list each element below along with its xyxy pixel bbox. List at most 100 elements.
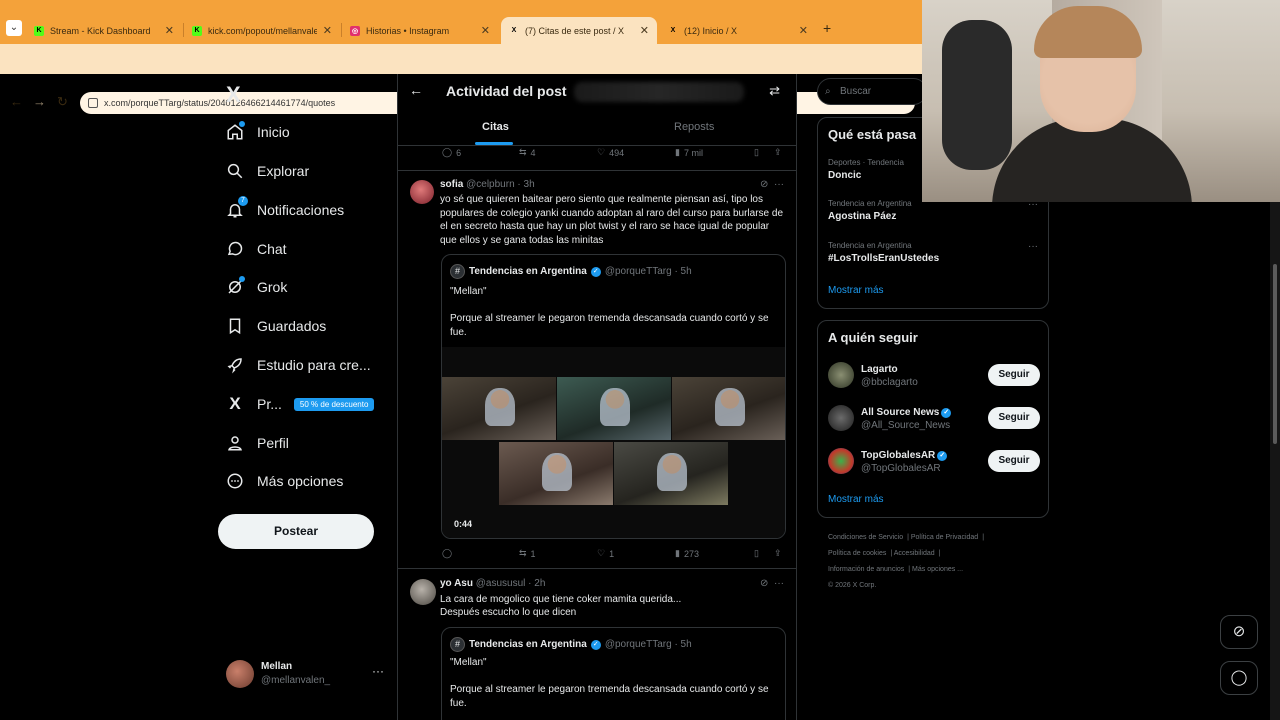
kick-icon: K	[34, 25, 44, 36]
close-tab-icon[interactable]: ✕	[799, 24, 808, 37]
show-more-link[interactable]: Mostrar más	[828, 494, 884, 505]
sidebar-item-mas-opciones[interactable]: Más opciones	[224, 466, 343, 496]
tab-search-dropdown-icon[interactable]: ⌄	[6, 20, 22, 36]
share-icon[interactable]: ⇪	[774, 548, 782, 559]
sidebar-item-premium[interactable]: X Pr... 50 % de descuento	[224, 389, 375, 419]
sidebar-item-notificaciones[interactable]: 7 Notificaciones	[224, 195, 344, 225]
quoted-author-name: Tendencias en Argentina	[469, 639, 587, 650]
grok-icon[interactable]: ⊘	[760, 179, 768, 190]
close-tab-icon[interactable]: ✕	[640, 24, 649, 37]
author-name[interactable]: yo Asu	[440, 578, 473, 589]
tab-reposts[interactable]: Reposts	[674, 121, 714, 133]
footer-link[interactable]: Accesibilidad	[894, 550, 935, 557]
video-frame	[672, 377, 785, 440]
follow-suggestion[interactable]: Lagarto @bbclagarto Seguir	[828, 360, 1040, 390]
trend-item[interactable]: Tendencia en Argentina Agostina Páez ···	[828, 199, 1038, 222]
sidebar-item-chat[interactable]: Chat	[224, 234, 287, 264]
sidebar-item-perfil[interactable]: Perfil	[224, 428, 289, 458]
tweet-time[interactable]: · 3h	[517, 179, 534, 190]
footer-link[interactable]: Información de anuncios	[828, 566, 904, 573]
more-icon[interactable]: ···	[774, 578, 784, 589]
grok-fab-icon[interactable]: ⊘	[1220, 615, 1258, 649]
close-tab-icon[interactable]: ✕	[323, 24, 332, 37]
author-handle[interactable]: @asususul	[476, 578, 526, 589]
filter-icon[interactable]: ⇄	[769, 83, 780, 99]
search-input[interactable]: ⌕ Buscar	[817, 78, 927, 105]
bookmark-icon[interactable]: ▯	[754, 147, 759, 158]
quote-tweet[interactable]: sofia @celpburn · 3h ⊘ ··· yo sé que qui…	[398, 170, 796, 568]
grok-icon[interactable]: ⊘	[760, 578, 768, 589]
footer-link[interactable]: Política de Privacidad	[911, 534, 978, 541]
reply-button[interactable]: ◯ 6	[442, 147, 461, 158]
back-arrow-icon[interactable]: ←	[409, 82, 423, 98]
site-info-icon[interactable]	[88, 98, 98, 108]
tweet-time[interactable]: · 2h	[528, 578, 545, 589]
trend-item[interactable]: Tendencia en Argentina #LosTrollsEranUst…	[828, 241, 1038, 264]
quoted-author-handle: @porqueTTarg	[604, 639, 672, 650]
messages-fab-icon[interactable]: ◯	[1220, 661, 1258, 695]
repost-button[interactable]: ⇆ 4	[519, 147, 536, 158]
author-handle[interactable]: @celpburn	[466, 179, 515, 190]
main-column: ← Actividad del post ⇄ Citas Reposts ◯ 6 …	[397, 74, 797, 720]
footer-link[interactable]: Política de cookies	[828, 550, 886, 557]
account-switcher[interactable]: Mellan @mellanvalen_ ···	[226, 658, 386, 690]
more-icon[interactable]: ···	[774, 179, 784, 190]
browser-tab-instagram[interactable]: ◎ Historias • Instagram ✕	[342, 17, 498, 44]
browser-tab-citas[interactable]: X (7) Citas de este post / X ✕	[501, 17, 657, 44]
sidebar-item-explorar[interactable]: Explorar	[224, 156, 309, 186]
reply-button[interactable]: ◯	[442, 548, 456, 559]
instagram-icon: ◎	[350, 25, 360, 36]
follow-button[interactable]: Seguir	[988, 407, 1040, 429]
tweet-menu: ⊘ ···	[760, 179, 784, 190]
new-tab-icon[interactable]: +	[823, 20, 831, 36]
x-logo-icon[interactable]: X	[226, 82, 241, 108]
sidebar-item-estudio[interactable]: Estudio para cre...	[224, 350, 371, 380]
views-count: 273	[683, 548, 699, 559]
kick-icon: K	[192, 25, 202, 36]
follow-button[interactable]: Seguir	[988, 364, 1040, 386]
avatar	[226, 660, 254, 688]
follow-suggestion[interactable]: All Source News ✓ @All_Source_News Seguir	[828, 403, 1040, 433]
more-icon[interactable]: ···	[1028, 241, 1038, 252]
back-icon[interactable]: ←	[10, 94, 23, 109]
scrollbar-thumb[interactable]	[1273, 264, 1277, 444]
share-icon[interactable]: ⇪	[774, 147, 782, 158]
like-button[interactable]: ♡ 494	[597, 147, 624, 158]
post-button[interactable]: Postear	[218, 514, 374, 549]
bookmark-icon[interactable]: ▯	[754, 548, 759, 559]
repost-button[interactable]: ⇆ 1	[519, 548, 536, 559]
follow-button[interactable]: Seguir	[988, 450, 1040, 472]
footer-link[interactable]: Más opciones ...	[912, 566, 963, 573]
footer-link[interactable]: Condiciones de Servicio	[828, 534, 903, 541]
tab-citas[interactable]: Citas	[482, 121, 509, 133]
hashtag-avatar-icon: #	[450, 637, 465, 652]
sidebar-item-grok[interactable]: Grok	[224, 272, 287, 302]
sidebar-item-inicio[interactable]: Inicio	[224, 117, 290, 147]
video-player[interactable]	[442, 347, 785, 538]
close-tab-icon[interactable]: ✕	[165, 24, 174, 37]
browser-tab-inicio[interactable]: X (12) Inicio / X ✕	[660, 17, 816, 44]
like-count: 494	[609, 147, 625, 158]
suggestion-handle: @bbclagarto	[861, 377, 918, 388]
reload-icon[interactable]: ↻	[57, 94, 68, 110]
quote-tweet[interactable]: yo Asu @asususul · 2h ⊘ ··· La cara de m…	[398, 568, 796, 720]
views-button[interactable]: ▮ 273	[675, 548, 699, 559]
suggestion-name: All Source News	[861, 407, 940, 418]
sidebar-item-guardados[interactable]: Guardados	[224, 311, 326, 341]
show-more-link[interactable]: Mostrar más	[828, 285, 884, 296]
author-name[interactable]: sofia	[440, 179, 463, 190]
avatar[interactable]	[410, 579, 436, 605]
more-icon[interactable]: ···	[372, 664, 384, 678]
quoted-tweet[interactable]: # Tendencias en Argentina ✓ @porqueTTarg…	[441, 254, 786, 539]
avatar[interactable]	[410, 180, 434, 204]
quoted-tweet[interactable]: # Tendencias en Argentina ✓ @porqueTTarg…	[441, 627, 786, 720]
browser-tab-kick-popout[interactable]: K kick.com/popout/mellanvalen/c ✕	[184, 17, 340, 44]
browser-tab-kick-dashboard[interactable]: K Stream - Kick Dashboard ✕	[26, 17, 182, 44]
like-button[interactable]: ♡ 1	[597, 548, 614, 559]
tweet-menu: ⊘ ···	[760, 578, 784, 589]
views-button[interactable]: ▮ 7 mil	[675, 147, 703, 158]
forward-icon[interactable]: →	[33, 94, 46, 109]
suggestion-name-row: All Source News ✓	[861, 407, 955, 418]
follow-suggestion[interactable]: TopGlobalesAR ✓ @TopGlobalesAR Seguir	[828, 446, 1040, 476]
close-tab-icon[interactable]: ✕	[481, 24, 490, 37]
